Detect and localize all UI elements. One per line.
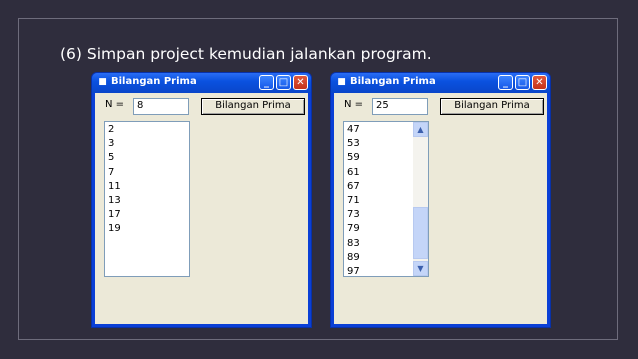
list-item[interactable]: 5 [108, 151, 189, 165]
minimize-icon[interactable]: _ [259, 75, 274, 90]
list-item[interactable]: 97 [347, 265, 412, 276]
app-window-2: ■ Bilangan Prima _ □ ✕ N = 25 Bilangan P… [330, 72, 551, 328]
list-item[interactable]: 11 [108, 180, 189, 194]
list-item[interactable]: 53 [347, 137, 412, 151]
list-item[interactable]: 61 [347, 166, 412, 180]
window-title: Bilangan Prima [111, 76, 197, 87]
n-label: N = [105, 99, 125, 110]
prime-list-box[interactable]: 47 53 59 61 67 71 73 79 83 89 97 ▲ ▼ [343, 121, 429, 277]
minimize-icon[interactable]: _ [498, 75, 513, 90]
list-item[interactable]: 73 [347, 208, 412, 222]
list-item[interactable]: 59 [347, 151, 412, 165]
scroll-up-arrow-icon[interactable]: ▲ [413, 122, 428, 137]
list-item[interactable]: 67 [347, 180, 412, 194]
title-bar[interactable]: ■ Bilangan Prima _ □ ✕ [331, 73, 550, 93]
vertical-scrollbar[interactable]: ▲ ▼ [413, 122, 428, 276]
bilangan-prima-button[interactable]: Bilangan Prima [440, 98, 544, 115]
list-item[interactable]: 7 [108, 166, 189, 180]
close-icon[interactable]: ✕ [293, 75, 308, 90]
list-item[interactable]: 3 [108, 137, 189, 151]
close-icon[interactable]: ✕ [532, 75, 547, 90]
app-icon[interactable]: ■ [336, 77, 347, 88]
list-item[interactable]: 89 [347, 251, 412, 265]
list-item[interactable]: 13 [108, 194, 189, 208]
maximize-icon[interactable]: □ [515, 75, 530, 90]
list-item[interactable]: 17 [108, 208, 189, 222]
scroll-thumb[interactable] [413, 207, 428, 259]
list-item[interactable]: 83 [347, 237, 412, 251]
list-item[interactable]: 2 [108, 123, 189, 137]
app-window-1: ■ Bilangan Prima _ □ ✕ N = 8 Bilangan Pr… [91, 72, 312, 328]
list-item[interactable]: 47 [347, 123, 412, 137]
title-bar[interactable]: ■ Bilangan Prima _ □ ✕ [92, 73, 311, 93]
scroll-down-arrow-icon[interactable]: ▼ [413, 261, 428, 276]
n-input[interactable]: 8 [133, 98, 189, 115]
n-input[interactable]: 25 [372, 98, 428, 115]
list-item[interactable]: 71 [347, 194, 412, 208]
prime-list-box[interactable]: 2 3 5 7 11 13 17 19 [104, 121, 190, 277]
n-label: N = [344, 99, 364, 110]
list-item[interactable]: 79 [347, 222, 412, 236]
slide-heading: (6) Simpan project kemudian jalankan pro… [60, 45, 432, 63]
window-client-area: N = 25 Bilangan Prima 47 53 59 61 67 71 … [334, 93, 547, 324]
bilangan-prima-button[interactable]: Bilangan Prima [201, 98, 305, 115]
window-title: Bilangan Prima [350, 76, 436, 87]
list-item[interactable]: 19 [108, 222, 189, 236]
maximize-icon[interactable]: □ [276, 75, 291, 90]
app-icon[interactable]: ■ [97, 77, 108, 88]
window-client-area: N = 8 Bilangan Prima 2 3 5 7 11 13 17 19 [95, 93, 308, 324]
